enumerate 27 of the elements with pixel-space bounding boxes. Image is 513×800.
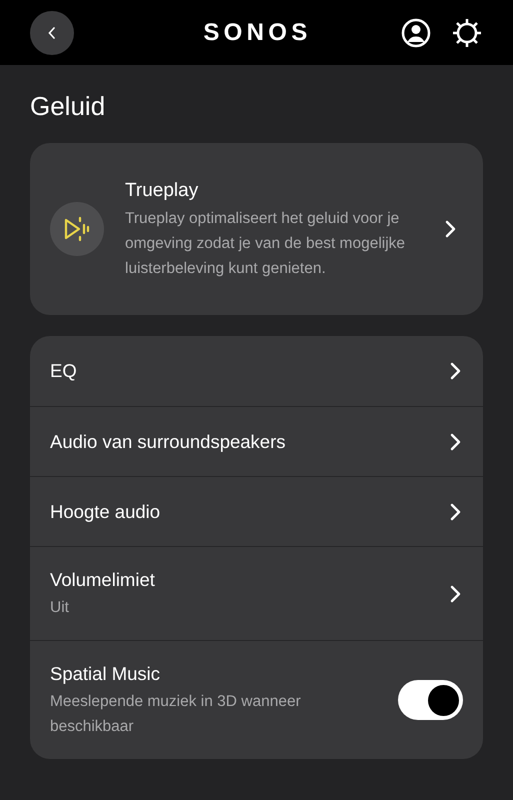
chevron-right-icon	[450, 362, 461, 380]
settings-row[interactable]: Spatial Music Meeslepende muziek in 3D wanneer beschikbaar	[30, 640, 483, 759]
toggle-switch[interactable]	[398, 680, 463, 720]
setting-description: Uit	[50, 598, 70, 618]
chevron-right-icon	[445, 220, 456, 238]
trueplay-description: Trueplay optimaliseert het geluid voor je omgeving zodat je van de best mogelijke luisterbeleving kunt genieten.	[125, 208, 406, 278]
setting-label: Spatial Music	[50, 662, 162, 686]
page-title: Geluid	[29, 90, 106, 123]
setting-label: Volumelimiet	[50, 568, 156, 592]
chevron-right-icon	[450, 584, 461, 602]
settings-row[interactable]: Audio van surroundspeakers	[30, 406, 483, 476]
setting-label: Audio van surroundspeakers	[50, 430, 287, 454]
play-waves-icon	[63, 216, 91, 242]
settings-row[interactable]: Hoogte audio	[30, 476, 483, 546]
back-icon	[48, 26, 56, 38]
settings-row[interactable]: EQ	[30, 336, 483, 406]
setting-label: EQ	[50, 359, 78, 383]
setting-description: Meeslepende muziek in 3D wanneer beschikbaar	[50, 692, 302, 737]
settings-icon[interactable]	[451, 16, 483, 48]
chevron-right-icon	[450, 432, 461, 450]
settings-row[interactable]: Volumelimiet Uit	[30, 546, 483, 640]
logo: SONOS	[203, 18, 312, 48]
setting-label: Hoogte audio	[50, 500, 162, 524]
trueplay-card[interactable]: Trueplay Trueplay optimaliseert het geluid voor je omgeving zodat je van de best mogelijke luisterbeleving kunt genieten.	[30, 143, 483, 315]
account-icon[interactable]	[401, 18, 431, 48]
chevron-right-icon	[450, 502, 461, 520]
trueplay-title: Trueplay	[125, 178, 200, 202]
